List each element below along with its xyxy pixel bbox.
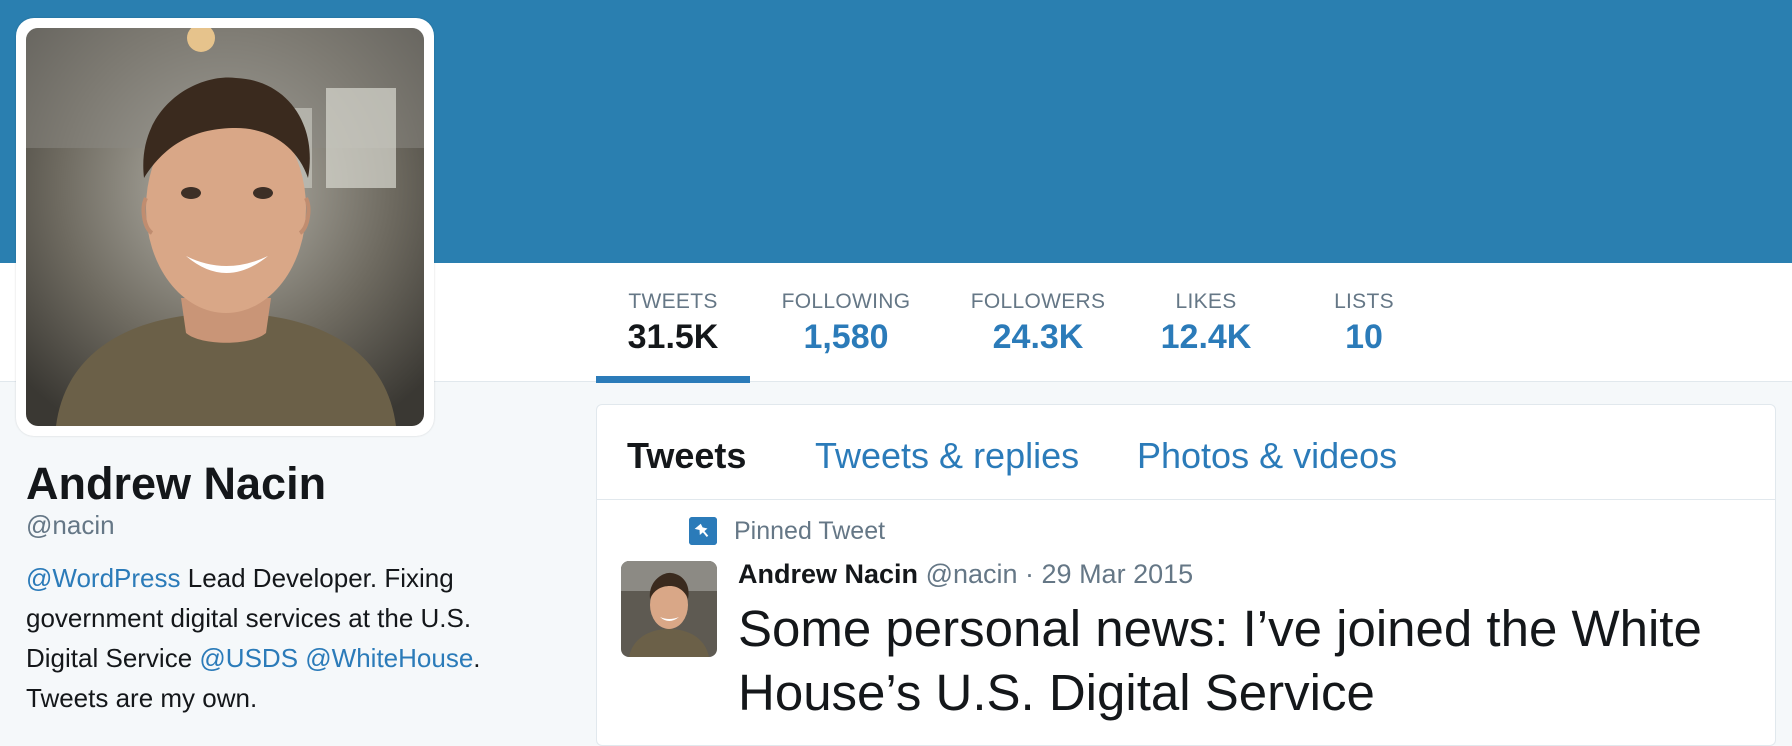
pinned-label: Pinned Tweet [734,517,886,545]
bio-mention-whitehouse[interactable]: @WhiteHouse [305,643,473,673]
tab-tweets-replies[interactable]: Tweets & replies [815,435,1079,477]
pin-icon [689,517,717,545]
tweet-author-handle[interactable]: @nacin [926,559,1018,589]
profile-name[interactable]: Andrew Nacin [26,458,326,510]
profile-bio: @WordPress Lead Developer. Fixing govern… [26,558,546,718]
stat-label: LIKES [1175,290,1237,313]
stat-label: FOLLOWING [781,290,911,313]
stat-label: LISTS [1334,290,1394,313]
timeline-tabs: Tweets Tweets & replies Photos & videos [597,405,1775,500]
profile-avatar[interactable] [16,18,434,436]
timeline-card: Tweets Tweets & replies Photos & videos … [596,404,1776,746]
stat-value: 24.3K [992,318,1084,356]
tweet-header: Andrew Nacin @nacin · 29 Mar 2015 [738,559,1193,590]
stat-value: 1,580 [803,318,889,356]
stat-value: 12.4K [1160,318,1252,356]
tab-tweets[interactable]: Tweets [627,435,746,477]
tweet-date[interactable]: 29 Mar 2015 [1042,559,1194,589]
bio-mention-usds[interactable]: @USDS [199,643,298,673]
stat-label: FOLLOWERS [970,290,1106,313]
tweet-author-avatar[interactable] [621,561,717,657]
stat-followers[interactable]: FOLLOWERS 24.3K [958,263,1118,381]
tweet-author-name[interactable]: Andrew Nacin [738,559,918,589]
active-stat-underline [596,376,750,383]
stat-value: 31.5K [627,318,719,356]
stat-likes[interactable]: LIKES 12.4K [1156,263,1256,381]
stat-value: 10 [1345,318,1383,356]
tweet-text: Some personal news: I’ve joined the Whit… [738,600,1702,721]
stat-label: TWEETS [628,290,718,313]
profile-avatar-image [26,28,424,426]
stat-tweets[interactable]: TWEETS 31.5K [596,263,750,383]
tweet-separator: · [1017,559,1042,589]
stat-following[interactable]: FOLLOWING 1,580 [764,263,928,381]
bio-mention-wordpress[interactable]: @WordPress [26,563,181,593]
stat-lists[interactable]: LISTS 10 [1318,263,1410,381]
tab-photos-videos[interactable]: Photos & videos [1137,435,1397,477]
profile-handle[interactable]: @nacin [26,510,115,541]
